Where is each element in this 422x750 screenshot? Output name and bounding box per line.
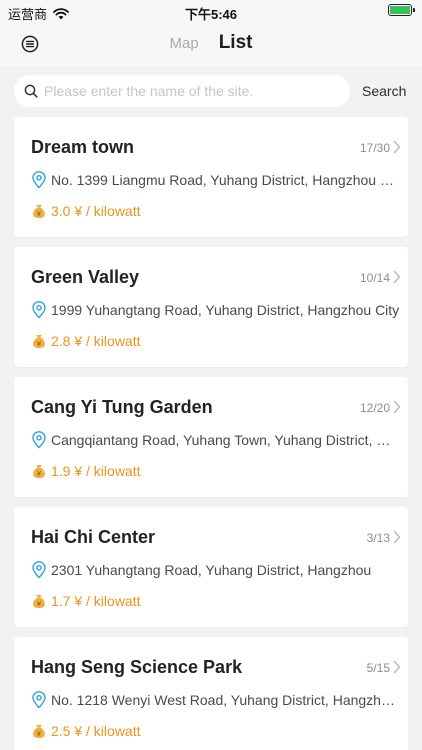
site-price-row: ¥ 2.8 ¥ / kilowatt [31,333,141,349]
status-time: 下午5:46 [184,7,238,22]
site-address-row: No. 1218 Wenyi West Road, Yuhang Distric… [31,691,400,709]
svg-text:¥: ¥ [37,210,42,218]
search-input[interactable] [44,83,334,99]
nav-bar: Map List [0,22,422,66]
tab-list[interactable]: List [219,32,253,54]
nav-tabs: Map List [0,32,422,54]
svg-text:¥: ¥ [37,340,42,348]
site-name: Green Valley [31,267,140,287]
svg-text:¥: ¥ [37,470,42,478]
site-address: No. 1399 Liangmu Road, Yuhang District, … [51,172,400,188]
site-price: 2.8 ¥ / kilowatt [51,333,141,349]
site-availability: 12/20 [359,401,390,415]
chevron-right-icon [392,530,402,544]
site-price: 1.7 ¥ / kilowatt [51,593,141,609]
site-address-row: 2301 Yuhangtang Road, Yuhang District, H… [31,561,400,579]
site-availability: 5/15 [366,661,390,675]
site-name: Dream town [31,137,135,157]
site-card[interactable]: Green Valley 10/14 1999 Yuhangtang Road,… [14,247,408,367]
chevron-right-icon [392,400,402,414]
site-card[interactable]: Dream town 17/30 No. 1399 Liangmu Road, … [14,117,408,237]
site-availability: 3/13 [366,531,390,545]
location-pin-icon [31,301,47,319]
site-card[interactable]: Hai Chi Center 3/13 2301 Yuhangtang Road… [14,507,408,627]
svg-text:¥: ¥ [37,600,42,608]
money-bag-icon: ¥ [31,203,47,219]
site-name: Cang Yi Tung Garden [31,397,213,417]
site-address-row: No. 1399 Liangmu Road, Yuhang District, … [31,171,400,189]
site-price-row: ¥ 2.5 ¥ / kilowatt [31,723,141,739]
site-address: 1999 Yuhangtang Road, Yuhang District, H… [51,302,400,318]
site-availability: 10/14 [359,271,390,285]
site-address-row: 1999 Yuhangtang Road, Yuhang District, H… [31,301,400,319]
status-right [388,4,415,16]
location-pin-icon [31,561,47,579]
site-price: 3.0 ¥ / kilowatt [51,203,141,219]
site-price-row: ¥ 3.0 ¥ / kilowatt [31,203,141,219]
search-box[interactable] [14,75,350,107]
site-price: 2.5 ¥ / kilowatt [51,723,141,739]
chevron-right-icon [392,270,402,284]
site-availability: 17/30 [359,141,390,155]
site-card[interactable]: Cang Yi Tung Garden 12/20 Cangqiantang R… [14,377,408,497]
search-button[interactable]: Search [362,83,406,99]
money-bag-icon: ¥ [31,463,47,479]
site-card[interactable]: Hang Seng Science Park 5/15 No. 1218 Wen… [14,637,408,750]
site-price-row: ¥ 1.9 ¥ / kilowatt [31,463,141,479]
site-address: 2301 Yuhangtang Road, Yuhang District, H… [51,562,372,578]
location-pin-icon [31,431,47,449]
site-address-row: Cangqiantang Road, Yuhang Town, Yuhang D… [31,431,400,449]
search-row: Search [14,75,410,107]
site-address: Cangqiantang Road, Yuhang Town, Yuhang D… [51,432,400,448]
chevron-right-icon [392,140,402,154]
location-pin-icon [31,171,47,189]
site-price-row: ¥ 1.7 ¥ / kilowatt [31,593,141,609]
site-list: Dream town 17/30 No. 1399 Liangmu Road, … [14,117,408,750]
svg-text:¥: ¥ [37,730,42,738]
status-bar: 运营商 下午5:46 [0,0,422,22]
site-address: No. 1218 Wenyi West Road, Yuhang Distric… [51,692,400,708]
site-price: 1.9 ¥ / kilowatt [51,463,141,479]
money-bag-icon: ¥ [31,593,47,609]
site-name: Hai Chi Center [31,527,156,547]
tab-map[interactable]: Map [170,35,199,52]
location-pin-icon [31,691,47,709]
battery-icon [388,4,415,16]
money-bag-icon: ¥ [31,333,47,349]
chevron-right-icon [392,660,402,674]
battery-level [390,6,410,14]
search-icon [24,84,38,98]
money-bag-icon: ¥ [31,723,47,739]
site-name: Hang Seng Science Park [31,657,243,677]
